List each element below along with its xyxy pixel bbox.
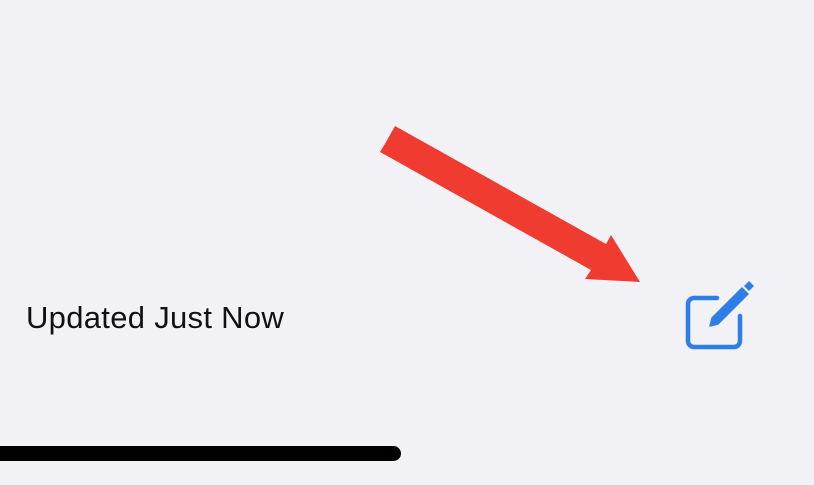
- arrow-shape: [380, 126, 640, 282]
- arrow-icon: [380, 126, 640, 282]
- annotation-arrow: [380, 126, 640, 282]
- update-status-text: Updated Just Now: [26, 300, 285, 335]
- compose-icon: [685, 281, 754, 350]
- compose-button[interactable]: [678, 278, 758, 358]
- bottom-toolbar: Updated Just Now: [0, 270, 814, 365]
- home-indicator: [0, 446, 401, 461]
